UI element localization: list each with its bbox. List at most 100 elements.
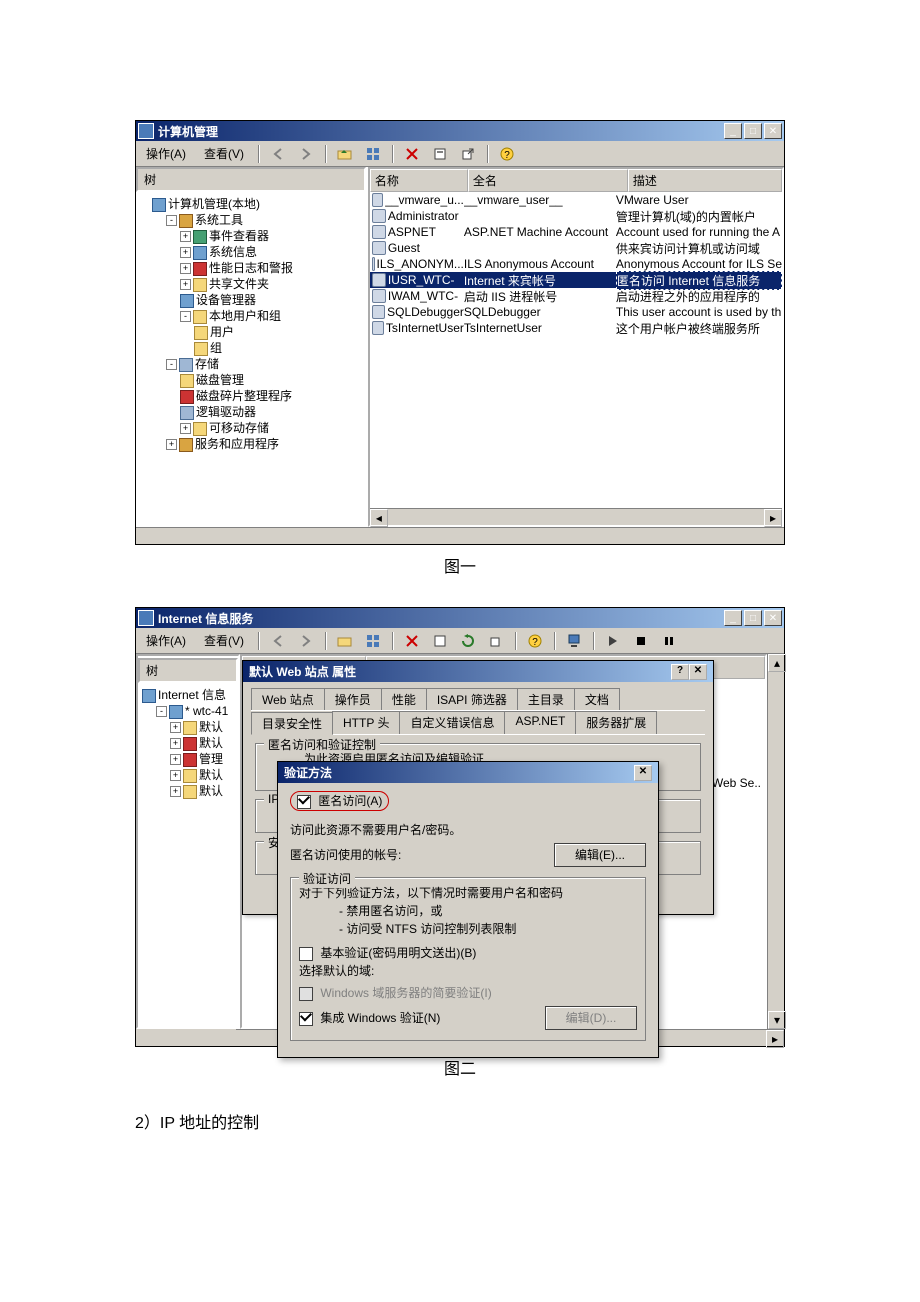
collapse-icon[interactable]: - (156, 706, 167, 717)
forward-icon[interactable] (296, 631, 316, 651)
expand-icon[interactable]: + (180, 423, 191, 434)
user-list[interactable]: __vmware_u...__vmware_user__VMware UserA… (370, 192, 782, 508)
pause-icon[interactable] (659, 631, 679, 651)
tree-root[interactable]: 计算机管理(本地) (168, 197, 260, 211)
tab[interactable]: 文档 (574, 688, 620, 710)
back-icon[interactable] (268, 144, 288, 164)
expand-icon[interactable]: + (170, 770, 181, 781)
tab[interactable]: 目录安全性 (251, 712, 333, 735)
menu-action[interactable]: 操作(A) (140, 143, 192, 164)
expand-icon[interactable]: + (170, 786, 181, 797)
column-desc[interactable]: 描述 (628, 169, 782, 192)
tab[interactable]: 主目录 (517, 688, 575, 710)
tree-local-users-groups[interactable]: 本地用户和组 (209, 309, 281, 323)
user-row[interactable]: ASPNETASP.NET Machine AccountAccount use… (370, 224, 782, 240)
user-row[interactable]: IWAM_WTC-启动 IIS 进程帐号启动进程之外的应用程序的 (370, 288, 782, 304)
checkbox-anonymous-access[interactable] (297, 795, 311, 809)
tree-services-apps[interactable]: 服务和应用程序 (195, 437, 279, 451)
user-row[interactable]: TsInternetUserTsInternetUser这个用户帐户被终端服务所 (370, 320, 782, 336)
scroll-down-icon[interactable]: ▾ (768, 1011, 786, 1029)
minimize-button[interactable]: _ (724, 123, 742, 139)
checkbox-basic-auth[interactable] (299, 947, 313, 961)
back-icon[interactable] (268, 631, 288, 651)
dialog-close-button[interactable]: ✕ (689, 664, 707, 680)
expand-icon[interactable]: + (170, 738, 181, 749)
checkbox-integrated-windows-auth[interactable] (299, 1012, 313, 1026)
tree-site2[interactable]: 默认 (199, 736, 223, 750)
user-row[interactable]: __vmware_u...__vmware_user__VMware User (370, 192, 782, 208)
user-row[interactable]: IUSR_WTC-Internet 来宾帐号匿名访问 Internet 信息服务 (370, 272, 782, 288)
delete-icon[interactable] (402, 631, 422, 651)
scroll-right-icon[interactable]: ▸ (764, 509, 782, 527)
tree-defrag[interactable]: 磁盘碎片整理程序 (196, 389, 292, 403)
auth-dialog-close-button[interactable]: ✕ (634, 765, 652, 781)
tree-device-manager[interactable]: 设备管理器 (196, 293, 256, 307)
vertical-scrollbar[interactable]: ▴ ▾ (767, 654, 784, 1029)
tree-site5[interactable]: 默认 (199, 784, 223, 798)
tree-users[interactable]: 用户 (210, 325, 234, 339)
refresh-icon[interactable] (458, 631, 478, 651)
tree-removable[interactable]: 可移动存储 (209, 421, 269, 435)
collapse-icon[interactable]: - (166, 215, 177, 226)
export-icon[interactable] (458, 144, 478, 164)
tab[interactable]: 性能 (381, 688, 427, 710)
column-name[interactable]: 名称 (370, 169, 468, 192)
forward-icon[interactable] (296, 144, 316, 164)
collapse-icon[interactable]: - (180, 311, 191, 322)
tree-perf-logs[interactable]: 性能日志和警报 (209, 261, 293, 275)
tree-system-info[interactable]: 系统信息 (209, 245, 257, 259)
help-icon[interactable]: ? (525, 631, 545, 651)
column-fullname[interactable]: 全名 (468, 169, 628, 192)
tab[interactable]: Web 站点 (251, 688, 325, 710)
edit-anon-account-button[interactable]: 编辑(E)... (554, 843, 646, 867)
properties-icon[interactable] (430, 631, 450, 651)
tree-site4[interactable]: 默认 (199, 768, 223, 782)
user-row[interactable]: Guest供来宾访问计算机或访问域 (370, 240, 782, 256)
close-button[interactable]: ✕ (764, 123, 782, 139)
up-folder-icon[interactable] (335, 144, 355, 164)
expand-icon[interactable]: + (166, 439, 177, 450)
tab[interactable]: ASP.NET (504, 711, 576, 734)
maximize-button[interactable]: □ (744, 610, 762, 626)
user-row[interactable]: SQLDebuggerSQLDebuggerThis user account … (370, 304, 782, 320)
tree-site1[interactable]: 默认 (199, 720, 223, 734)
scroll-left-icon[interactable]: ◂ (370, 509, 388, 527)
collapse-icon[interactable]: - (166, 359, 177, 370)
export-icon[interactable] (486, 631, 506, 651)
tab[interactable]: 操作员 (324, 688, 382, 710)
tree-event-viewer[interactable]: 事件查看器 (209, 229, 269, 243)
menu-action[interactable]: 操作(A) (140, 630, 192, 651)
tab[interactable]: ISAPI 筛选器 (426, 688, 518, 710)
user-row[interactable]: Administrator管理计算机(域)的内置帐户 (370, 208, 782, 224)
tree-logical-drives[interactable]: 逻辑驱动器 (196, 405, 256, 419)
iis-tree[interactable]: Internet 信息 -* wtc-41 +默认 +默认 +管理 +默认 +默… (138, 683, 238, 803)
close-button[interactable]: ✕ (764, 610, 782, 626)
views-icon[interactable] (363, 144, 383, 164)
tree-groups[interactable]: 组 (210, 341, 222, 355)
tree-iis-root[interactable]: Internet 信息 (158, 688, 226, 702)
expand-icon[interactable]: + (180, 279, 191, 290)
tree-shared-folders[interactable]: 共享文件夹 (209, 277, 269, 291)
expand-icon[interactable]: + (170, 722, 181, 733)
horizontal-scrollbar[interactable]: ◂ ▸ (370, 508, 782, 525)
minimize-button[interactable]: _ (724, 610, 742, 626)
expand-icon[interactable]: + (180, 231, 191, 242)
tab[interactable]: HTTP 头 (332, 711, 400, 734)
menu-view[interactable]: 查看(V) (198, 630, 250, 651)
menu-view[interactable]: 查看(V) (198, 143, 250, 164)
tab[interactable]: 自定义错误信息 (399, 711, 505, 734)
stop-icon[interactable] (631, 631, 651, 651)
help-icon[interactable]: ? (497, 144, 517, 164)
dialog-help-button[interactable]: ? (671, 664, 689, 680)
expand-icon[interactable]: + (170, 754, 181, 765)
scroll-right-icon[interactable]: ▸ (766, 1030, 784, 1048)
play-icon[interactable] (603, 631, 623, 651)
tree[interactable]: 计算机管理(本地) - 系统工具 + 事件查看器 + 系统信息 + 性能日志和警报 + 共… (136, 192, 366, 456)
scroll-up-icon[interactable]: ▴ (768, 654, 786, 672)
tree-storage[interactable]: 存储 (195, 357, 219, 371)
tree-system-tools[interactable]: 系统工具 (195, 213, 243, 227)
delete-icon[interactable] (402, 144, 422, 164)
expand-icon[interactable]: + (180, 247, 191, 258)
properties-icon[interactable] (430, 144, 450, 164)
tab[interactable]: 服务器扩展 (575, 711, 657, 734)
